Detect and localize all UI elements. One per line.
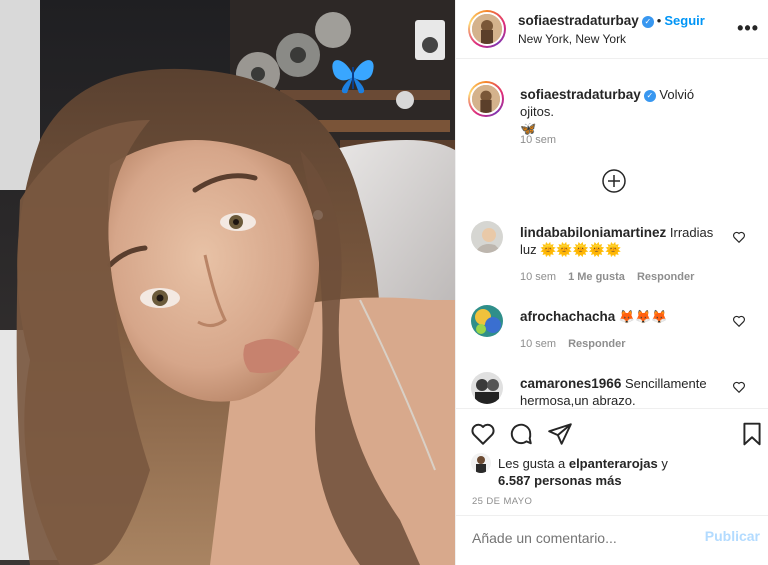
likes-prefix: Les gusta a <box>498 456 566 471</box>
comment-avatar[interactable] <box>471 372 503 404</box>
plus-circle-icon[interactable] <box>601 168 627 194</box>
follow-button[interactable]: Seguir <box>664 13 704 28</box>
separator-dot: • <box>656 13 662 28</box>
reply-button[interactable]: Responder <box>637 271 694 283</box>
caption: sofiaestradaturbay ✓ Volvió ojitos. 🦋 <box>520 86 728 137</box>
paper-plane-icon[interactable] <box>547 421 573 447</box>
more-options-icon[interactable]: ••• <box>737 18 759 39</box>
header-title-row: sofiaestradaturbay ✓ • Seguir <box>518 12 705 30</box>
caption-username[interactable]: sofiaestradaturbay <box>520 87 641 102</box>
caption-avatar[interactable] <box>468 81 504 117</box>
verified-badge-icon: ✓ <box>641 16 654 28</box>
comment-username[interactable]: afrochachacha <box>520 309 615 324</box>
heart-icon[interactable] <box>470 421 496 447</box>
comment: lindababiloniamartinez Irradias luz 🌞🌞🌞🌞… <box>520 224 728 258</box>
comment-bubble-icon[interactable] <box>508 421 534 447</box>
caption-avatar-image <box>472 85 500 113</box>
comment-username[interactable]: lindababiloniamartinez <box>520 225 666 240</box>
caption-time[interactable]: 10 sem <box>520 134 556 146</box>
liker-avatar-image <box>471 453 491 473</box>
likes-summary: Les gusta a elpanterarojas y 6.587 perso… <box>498 455 748 489</box>
comment-avatar-image <box>471 305 503 337</box>
reply-button[interactable]: Responder <box>568 338 625 350</box>
comment-meta: 10 sem Responder <box>520 338 626 350</box>
heart-icon[interactable] <box>732 380 746 394</box>
comment-time[interactable]: 10 sem <box>520 271 556 283</box>
heart-icon[interactable] <box>732 314 746 328</box>
post-photo[interactable] <box>0 0 455 565</box>
comment-avatar[interactable] <box>471 221 503 253</box>
post-date[interactable]: 25 DE MAYO <box>472 496 532 507</box>
comment-likes[interactable]: 1 Me gusta <box>568 271 625 283</box>
location-link[interactable]: New York, New York <box>518 32 626 46</box>
likes-user-link[interactable]: elpanterarojas <box>569 456 658 471</box>
likes-joiner: y <box>661 456 668 471</box>
likes-count-link[interactable]: 6.587 personas más <box>498 473 622 488</box>
comment-text: 🦊🦊🦊 <box>618 309 668 324</box>
verified-badge-icon: ✓ <box>643 90 656 102</box>
publish-button[interactable]: Publicar <box>705 528 760 544</box>
comment-input[interactable] <box>472 530 672 546</box>
comment-meta: 10 sem 1 Me gusta Responder <box>520 271 694 283</box>
avatar-image <box>472 14 502 44</box>
header-username[interactable]: sofiaestradaturbay <box>518 13 639 28</box>
comment: camarones1966 Sencillamente hermosa,un a… <box>520 375 728 409</box>
comment-username[interactable]: camarones1966 <box>520 376 621 391</box>
comment-avatar-image <box>471 221 503 253</box>
comment-avatar[interactable] <box>471 305 503 337</box>
bookmark-icon[interactable] <box>739 421 765 447</box>
action-bar: Les gusta a elpanterarojas y 6.587 perso… <box>456 408 768 516</box>
post-header: sofiaestradaturbay ✓ • Seguir New York, New… <box>456 0 768 59</box>
avatar[interactable] <box>468 10 506 48</box>
heart-icon[interactable] <box>732 230 746 244</box>
comment-avatar-image <box>471 372 503 404</box>
comment-time[interactable]: 10 sem <box>520 338 556 350</box>
selfie-image <box>0 0 455 565</box>
post-sidebar: sofiaestradaturbay ✓ • Seguir New York, New… <box>455 0 768 565</box>
liker-avatar[interactable] <box>471 453 491 473</box>
comment: afrochachacha 🦊🦊🦊 <box>520 308 728 325</box>
